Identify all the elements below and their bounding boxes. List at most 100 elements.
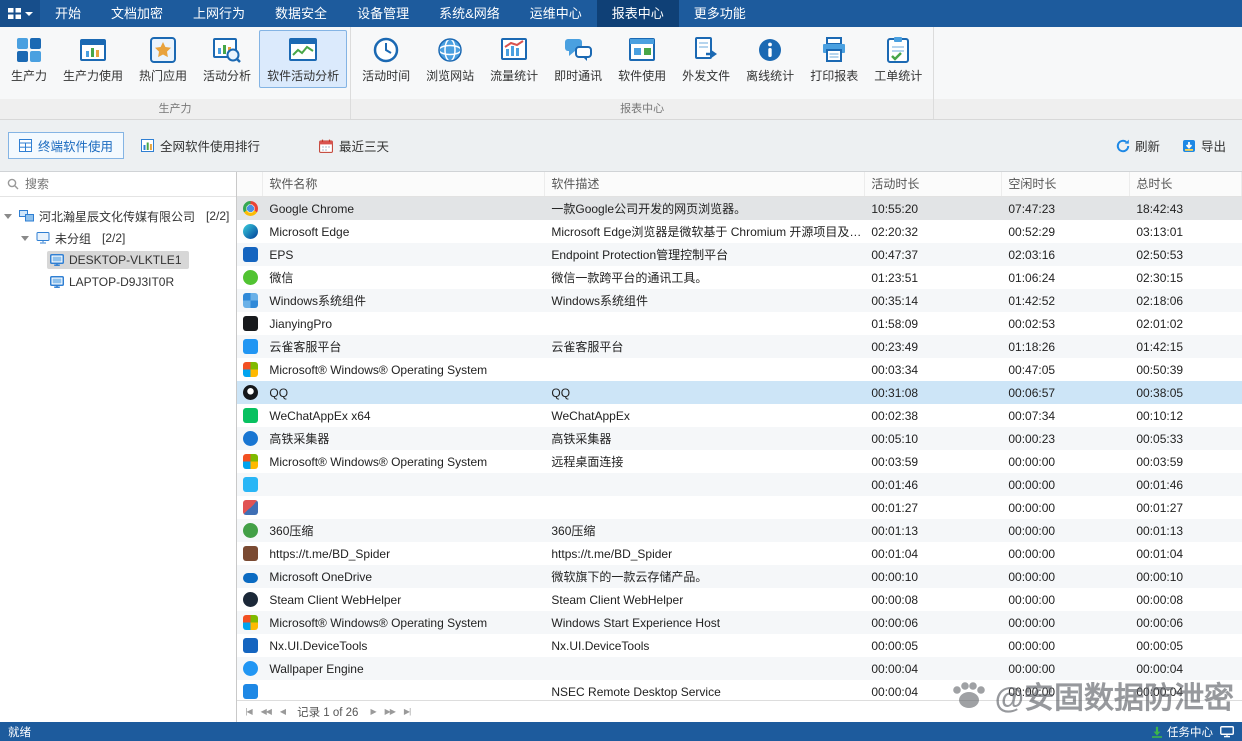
ribbon-button[interactable]: 离线统计 bbox=[738, 30, 802, 88]
cell-software-desc: 高铁采集器 bbox=[545, 430, 865, 447]
ribbon-button[interactable]: 热门应用 bbox=[131, 30, 195, 88]
table-row[interactable]: https://t.me/BD_Spiderhttps://t.me/BD_Sp… bbox=[237, 542, 1242, 565]
cell-active-duration: 00:03:59 bbox=[865, 455, 1002, 469]
tab-active[interactable]: 终端软件使用 bbox=[8, 132, 124, 159]
next-page-button[interactable]: ▶ bbox=[370, 707, 375, 716]
tab-inactive[interactable]: 全网软件使用排行 bbox=[130, 132, 271, 159]
app-icon-cell bbox=[237, 293, 263, 308]
table-row[interactable]: JianyingPro01:58:0900:02:5302:01:02 bbox=[237, 312, 1242, 335]
table-row[interactable]: Google Chrome一款Google公司开发的网页浏览器。10:55:20… bbox=[237, 197, 1242, 220]
column-header[interactable]: 活动时长 bbox=[865, 172, 1002, 196]
app-icon-cell bbox=[237, 201, 263, 216]
app-icon-cell bbox=[237, 431, 263, 446]
menu-item[interactable]: 运维中心 bbox=[515, 0, 597, 27]
table-row[interactable]: 云雀客服平台云雀客服平台00:23:4901:18:2601:42:15 bbox=[237, 335, 1242, 358]
onedrive-app-icon bbox=[243, 573, 258, 583]
menu-item[interactable]: 数据安全 bbox=[260, 0, 342, 27]
ribbon-button[interactable]: 打印报表 bbox=[802, 30, 866, 88]
table-row[interactable]: Microsoft EdgeMicrosoft Edge浏览器是微软基于 Chr… bbox=[237, 220, 1242, 243]
table-row[interactable]: Microsoft OneDrive微软旗下的一款云存储产品。00:00:100… bbox=[237, 565, 1242, 588]
column-header[interactable]: 软件描述 bbox=[545, 172, 865, 196]
cell-idle-duration: 00:00:00 bbox=[1002, 662, 1130, 676]
cell-idle-duration: 00:00:00 bbox=[1002, 639, 1130, 653]
table-row[interactable]: 360压缩360压缩00:01:1300:00:0000:01:13 bbox=[237, 519, 1242, 542]
tree-expand-icon[interactable] bbox=[4, 214, 12, 219]
date-filter-button[interactable]: 最近三天 bbox=[319, 136, 389, 155]
table-row[interactable]: Microsoft® Windows® Operating System远程桌面… bbox=[237, 450, 1242, 473]
menu-item[interactable]: 上网行为 bbox=[178, 0, 260, 27]
ribbon-button[interactable]: 外发文件 bbox=[674, 30, 738, 88]
ribbon-button[interactable]: 活动时间 bbox=[354, 30, 418, 88]
refresh-label: 刷新 bbox=[1135, 136, 1160, 155]
tree-expand-icon[interactable] bbox=[21, 236, 29, 241]
cell-idle-duration: 00:00:00 bbox=[1002, 501, 1130, 515]
main-menu-button[interactable] bbox=[0, 0, 40, 27]
app-icon-cell bbox=[237, 316, 263, 331]
menu-item[interactable]: 系统&网络 bbox=[424, 0, 515, 27]
record-count-text: 记录 1 of 26 bbox=[297, 704, 358, 720]
cell-total-duration: 02:01:02 bbox=[1130, 317, 1242, 331]
menu-item[interactable]: 设备管理 bbox=[342, 0, 424, 27]
table-row[interactable]: 00:01:4600:00:0000:01:46 bbox=[237, 473, 1242, 496]
table-row[interactable]: Wallpaper Engine00:00:0400:00:0000:00:04 bbox=[237, 657, 1242, 680]
column-header[interactable]: 空闲时长 bbox=[1002, 172, 1130, 196]
monitor-status-button[interactable] bbox=[1220, 726, 1234, 738]
cell-active-duration: 00:35:14 bbox=[865, 294, 1002, 308]
export-button[interactable]: 导出 bbox=[1182, 136, 1226, 155]
ribbon-button[interactable]: 生产力 bbox=[3, 30, 55, 88]
tree-node[interactable]: 河北瀚星辰文化传媒有限公司[2/2] bbox=[0, 205, 236, 227]
ribbon-button[interactable]: 流量统计 bbox=[482, 30, 546, 88]
tree-node-count: [2/2] bbox=[206, 209, 229, 223]
app-icon-cell bbox=[237, 454, 263, 469]
ribbon-group-label: 报表中心 bbox=[351, 99, 933, 119]
last-page-button[interactable]: ▶| bbox=[404, 707, 410, 716]
download-arrow-icon bbox=[1151, 726, 1163, 738]
ribbon-button[interactable]: 浏览网站 bbox=[418, 30, 482, 88]
tree-node[interactable]: LAPTOP-D9J3IT0R bbox=[0, 271, 236, 293]
column-header[interactable]: 软件名称 bbox=[263, 172, 545, 196]
table-row[interactable]: EPSEndpoint Protection管理控制平台00:47:3702:0… bbox=[237, 243, 1242, 266]
table-row[interactable]: WeChatAppEx x64WeChatAppEx00:02:3800:07:… bbox=[237, 404, 1242, 427]
search-input[interactable] bbox=[25, 177, 229, 191]
tree-node[interactable]: 未分组[2/2] bbox=[0, 227, 236, 249]
column-header[interactable]: 总时长 bbox=[1130, 172, 1242, 196]
menu-item[interactable]: 报表中心 bbox=[597, 0, 679, 27]
first-page-button[interactable]: |◀ bbox=[245, 707, 251, 716]
table-row[interactable]: 高铁采集器高铁采集器00:05:1000:00:2300:05:33 bbox=[237, 427, 1242, 450]
menu-item[interactable]: 文档加密 bbox=[96, 0, 178, 27]
refresh-button[interactable]: 刷新 bbox=[1116, 136, 1160, 155]
table-row[interactable]: Microsoft® Windows® Operating SystemWind… bbox=[237, 611, 1242, 634]
chevron-down-icon bbox=[25, 12, 33, 16]
cell-software-name: https://t.me/BD_Spider bbox=[263, 547, 545, 561]
ribbon-button[interactable]: 活动分析 bbox=[195, 30, 259, 88]
ribbon-button[interactable]: 工单统计 bbox=[866, 30, 930, 88]
menu-item[interactable]: 更多功能 bbox=[679, 0, 761, 27]
app-icon-cell bbox=[237, 638, 263, 653]
next-fast-button[interactable]: ▶▶ bbox=[385, 707, 395, 716]
table-row[interactable]: Microsoft® Windows® Operating System00:0… bbox=[237, 358, 1242, 381]
prev-fast-button[interactable]: ◀◀ bbox=[261, 707, 271, 716]
tree-node[interactable]: DESKTOP-VLKTLE1 bbox=[0, 249, 236, 271]
monitor-icon bbox=[1220, 726, 1234, 738]
ribbon-button[interactable]: 即时通讯 bbox=[546, 30, 610, 88]
table-row[interactable]: QQQQ00:31:0800:06:5700:38:05 bbox=[237, 381, 1242, 404]
cell-idle-duration: 01:18:26 bbox=[1002, 340, 1130, 354]
app-icon-cell bbox=[237, 500, 263, 515]
cell-active-duration: 00:01:27 bbox=[865, 501, 1002, 515]
table-row[interactable]: 微信微信一款跨平台的通讯工具。01:23:5101:06:2402:30:15 bbox=[237, 266, 1242, 289]
cell-total-duration: 02:30:15 bbox=[1130, 271, 1242, 285]
table-row[interactable]: Nx.UI.DeviceToolsNx.UI.DeviceTools00:00:… bbox=[237, 634, 1242, 657]
table-row[interactable]: NSEC Remote Desktop Service00:00:0400:00… bbox=[237, 680, 1242, 700]
ribbon-button[interactable]: 软件活动分析 bbox=[259, 30, 347, 88]
ribbon-button[interactable]: 软件使用 bbox=[610, 30, 674, 88]
table-row[interactable]: Steam Client WebHelperSteam Client WebHe… bbox=[237, 588, 1242, 611]
table-row[interactable]: Windows系统组件Windows系统组件00:35:1401:42:5202… bbox=[237, 289, 1242, 312]
prev-page-button[interactable]: ◀ bbox=[280, 707, 285, 716]
task-center-button[interactable]: 任务中心 bbox=[1151, 724, 1213, 740]
menu-item[interactable]: 开始 bbox=[40, 0, 96, 27]
cell-total-duration: 00:01:27 bbox=[1130, 501, 1242, 515]
export-label: 导出 bbox=[1201, 136, 1226, 155]
ribbon-button[interactable]: 生产力使用 bbox=[55, 30, 131, 88]
table-row[interactable]: 00:01:2700:00:0000:01:27 bbox=[237, 496, 1242, 519]
cell-idle-duration: 00:00:23 bbox=[1002, 432, 1130, 446]
